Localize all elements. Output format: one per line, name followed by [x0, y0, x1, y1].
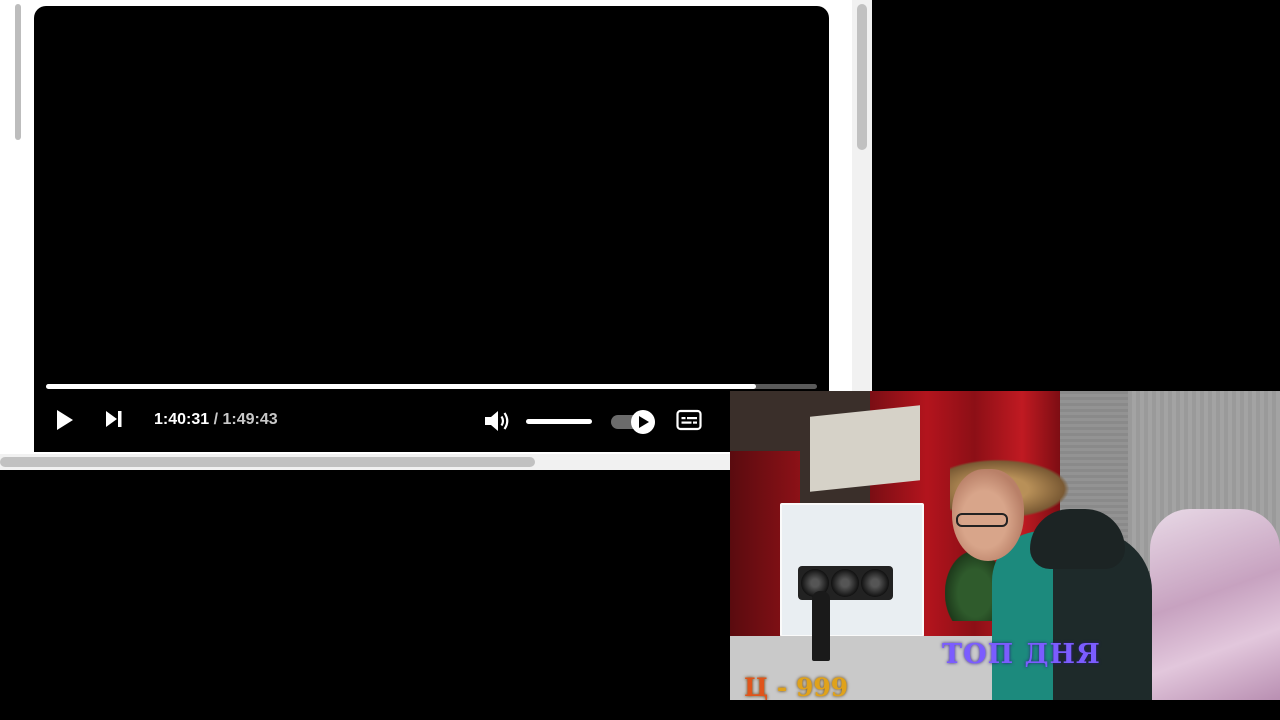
webcam-person-glasses [956, 513, 1008, 527]
play-icon [57, 410, 73, 430]
progress-bar-fill [46, 384, 757, 389]
overlay-bottom-value: - 999 [768, 673, 849, 700]
overlay-bottom-prefix: Ц [744, 673, 769, 700]
webcam-monitor [810, 405, 920, 492]
autoplay-knob [631, 410, 655, 434]
progress-bar[interactable] [46, 384, 817, 389]
time-display: 1:40:31 / 1:49:43 [154, 411, 278, 429]
overlay-bottom-label: Ц - 999 [744, 673, 848, 700]
horizontal-scrollbar[interactable] [0, 454, 852, 470]
vertical-scrollbar[interactable] [852, 0, 872, 454]
subtitles-button[interactable] [676, 409, 702, 436]
play-button[interactable] [54, 408, 76, 437]
duration: 1:49:43 [222, 411, 278, 428]
next-button[interactable] [104, 409, 124, 434]
webcam-gpu-fan [831, 569, 859, 597]
volume-button[interactable] [483, 407, 513, 440]
volume-slider[interactable] [526, 419, 592, 424]
left-scrollbar-thumb[interactable] [15, 4, 21, 140]
overlay-top-label: ТОП ДНЯ [942, 639, 1101, 670]
video-player[interactable]: 1:40:31 / 1:49:43 [34, 6, 829, 452]
webcam-feed: ТОП ДНЯ Ц - 999 [730, 391, 1280, 700]
current-time: 1:40:31 [154, 411, 210, 428]
webcam-microphone [812, 591, 830, 661]
webcam-gpu-fan [861, 569, 889, 597]
horizontal-scrollbar-thumb[interactable] [0, 457, 535, 467]
vertical-scrollbar-thumb[interactable] [857, 4, 867, 150]
subtitles-icon [676, 409, 702, 431]
volume-icon [485, 411, 509, 431]
autoplay-toggle[interactable] [611, 410, 659, 434]
bottom-black-strip [730, 700, 1280, 720]
player-controls: 1:40:31 / 1:49:43 [34, 402, 829, 442]
time-separator: / [209, 411, 223, 428]
autoplay-play-icon [639, 416, 649, 428]
skip-next-icon [106, 411, 122, 427]
webcam-chair [1150, 509, 1280, 700]
